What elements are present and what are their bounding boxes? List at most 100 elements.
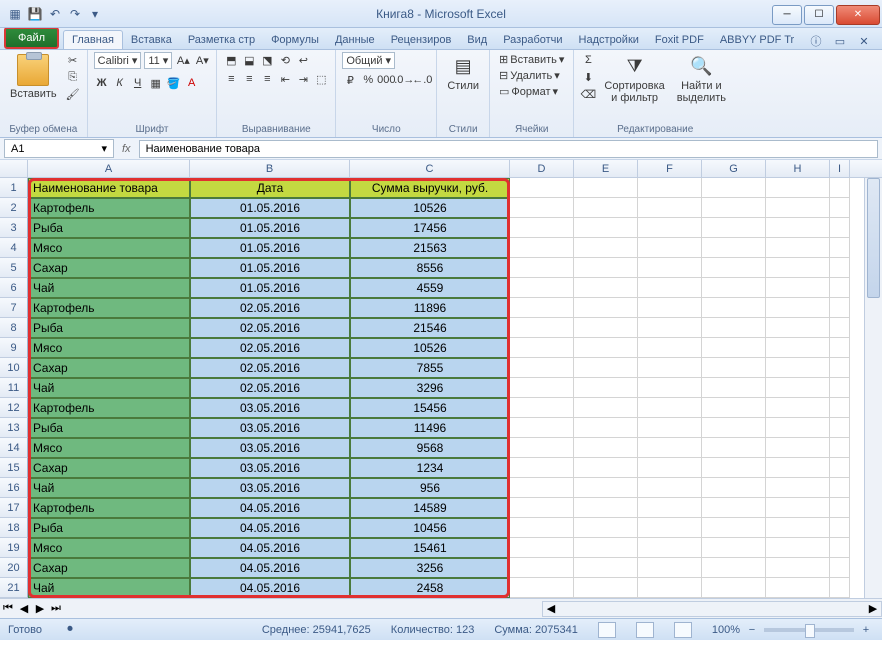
product-cell[interactable]: Сахар	[28, 458, 190, 478]
date-cell[interactable]: 01.05.2016	[190, 278, 350, 298]
empty-cell[interactable]	[574, 198, 638, 218]
styles-button[interactable]: ▤ Стили	[443, 52, 483, 94]
number-format-combo[interactable]: Общий ▾	[342, 52, 395, 69]
empty-cell[interactable]	[638, 278, 702, 298]
find-select-button[interactable]: 🔍 Найти и выделить	[673, 52, 730, 106]
empty-cell[interactable]	[638, 558, 702, 578]
sheet-nav-prev-icon[interactable]: ◀	[16, 601, 32, 617]
empty-cell[interactable]	[574, 258, 638, 278]
font-name-combo[interactable]: Calibri ▾	[94, 52, 142, 69]
empty-cell[interactable]	[830, 218, 850, 238]
tab-file[interactable]: Файл	[4, 27, 59, 49]
empty-cell[interactable]	[510, 278, 574, 298]
empty-cell[interactable]	[510, 458, 574, 478]
amount-cell[interactable]: 10526	[350, 338, 510, 358]
zoom-slider[interactable]	[764, 628, 854, 632]
empty-cell[interactable]	[638, 178, 702, 198]
empty-cell[interactable]	[766, 478, 830, 498]
empty-cell[interactable]	[574, 278, 638, 298]
row-header[interactable]: 7	[0, 298, 28, 318]
empty-cell[interactable]	[574, 478, 638, 498]
date-cell[interactable]: 04.05.2016	[190, 498, 350, 518]
cut-icon[interactable]: ✂	[65, 52, 81, 68]
amount-cell[interactable]: 14589	[350, 498, 510, 518]
empty-cell[interactable]	[638, 538, 702, 558]
empty-cell[interactable]	[510, 258, 574, 278]
empty-cell[interactable]	[638, 478, 702, 498]
col-header[interactable]: A	[28, 160, 190, 177]
date-cell[interactable]: 04.05.2016	[190, 578, 350, 598]
font-size-combo[interactable]: 11 ▾	[144, 52, 172, 69]
tab-data[interactable]: Данные	[327, 31, 383, 49]
empty-cell[interactable]	[702, 238, 766, 258]
product-cell[interactable]: Сахар	[28, 358, 190, 378]
empty-cell[interactable]	[830, 258, 850, 278]
empty-cell[interactable]	[702, 318, 766, 338]
product-cell[interactable]: Сахар	[28, 258, 190, 278]
align-top-icon[interactable]: ⬒	[223, 52, 239, 68]
empty-cell[interactable]	[766, 418, 830, 438]
empty-cell[interactable]	[574, 518, 638, 538]
doc-close-icon[interactable]: ✕	[856, 33, 872, 49]
align-bottom-icon[interactable]: ⬔	[259, 52, 275, 68]
date-cell[interactable]: 03.05.2016	[190, 458, 350, 478]
empty-cell[interactable]	[766, 578, 830, 598]
empty-cell[interactable]	[702, 438, 766, 458]
empty-cell[interactable]	[510, 358, 574, 378]
date-cell[interactable]: 03.05.2016	[190, 438, 350, 458]
delete-cells-button[interactable]: ⊟ Удалить ▾	[496, 68, 567, 83]
empty-cell[interactable]	[702, 498, 766, 518]
indent-dec-icon[interactable]: ⇤	[277, 71, 293, 87]
percent-icon[interactable]: %	[360, 72, 376, 88]
date-cell[interactable]: 02.05.2016	[190, 318, 350, 338]
format-cells-button[interactable]: ▭ Формат ▾	[496, 84, 567, 99]
row-header[interactable]: 17	[0, 498, 28, 518]
insert-cells-button[interactable]: ⊞ Вставить ▾	[496, 52, 567, 67]
indent-inc-icon[interactable]: ⇥	[295, 71, 311, 87]
empty-cell[interactable]	[830, 238, 850, 258]
empty-cell[interactable]	[830, 358, 850, 378]
empty-cell[interactable]	[510, 498, 574, 518]
empty-cell[interactable]	[510, 318, 574, 338]
tab-formulas[interactable]: Формулы	[263, 31, 327, 49]
col-header[interactable]: I	[830, 160, 850, 177]
row-header[interactable]: 19	[0, 538, 28, 558]
grow-font-icon[interactable]: A▴	[175, 52, 191, 68]
row-header[interactable]: 20	[0, 558, 28, 578]
empty-cell[interactable]	[510, 478, 574, 498]
empty-cell[interactable]	[830, 198, 850, 218]
empty-cell[interactable]	[766, 278, 830, 298]
empty-cell[interactable]	[574, 438, 638, 458]
empty-cell[interactable]	[702, 298, 766, 318]
amount-cell[interactable]: 15461	[350, 538, 510, 558]
empty-cell[interactable]	[766, 178, 830, 198]
help-icon[interactable]: ⓘ	[808, 33, 824, 49]
col-header[interactable]: E	[574, 160, 638, 177]
empty-cell[interactable]	[766, 198, 830, 218]
sheet-nav-first-icon[interactable]: ⏮	[0, 601, 16, 617]
empty-cell[interactable]	[510, 418, 574, 438]
empty-cell[interactable]	[766, 558, 830, 578]
amount-cell[interactable]: 21546	[350, 318, 510, 338]
col-header[interactable]: F	[638, 160, 702, 177]
amount-cell[interactable]: 2458	[350, 578, 510, 598]
ribbon-min-icon[interactable]: ▭	[832, 33, 848, 49]
align-left-icon[interactable]: ≡	[223, 71, 239, 87]
col-header[interactable]: C	[350, 160, 510, 177]
product-cell[interactable]: Мясо	[28, 338, 190, 358]
fx-icon[interactable]: fx	[114, 143, 139, 155]
empty-cell[interactable]	[702, 198, 766, 218]
empty-cell[interactable]	[766, 318, 830, 338]
select-all-corner[interactable]	[0, 160, 28, 177]
amount-cell[interactable]: 3256	[350, 558, 510, 578]
row-header[interactable]: 12	[0, 398, 28, 418]
table-header-cell[interactable]: Дата	[190, 178, 350, 198]
product-cell[interactable]: Рыба	[28, 318, 190, 338]
view-layout-icon[interactable]	[636, 622, 654, 638]
date-cell[interactable]: 04.05.2016	[190, 558, 350, 578]
date-cell[interactable]: 03.05.2016	[190, 398, 350, 418]
product-cell[interactable]: Картофель	[28, 298, 190, 318]
empty-cell[interactable]	[830, 378, 850, 398]
empty-cell[interactable]	[702, 538, 766, 558]
row-header[interactable]: 18	[0, 518, 28, 538]
